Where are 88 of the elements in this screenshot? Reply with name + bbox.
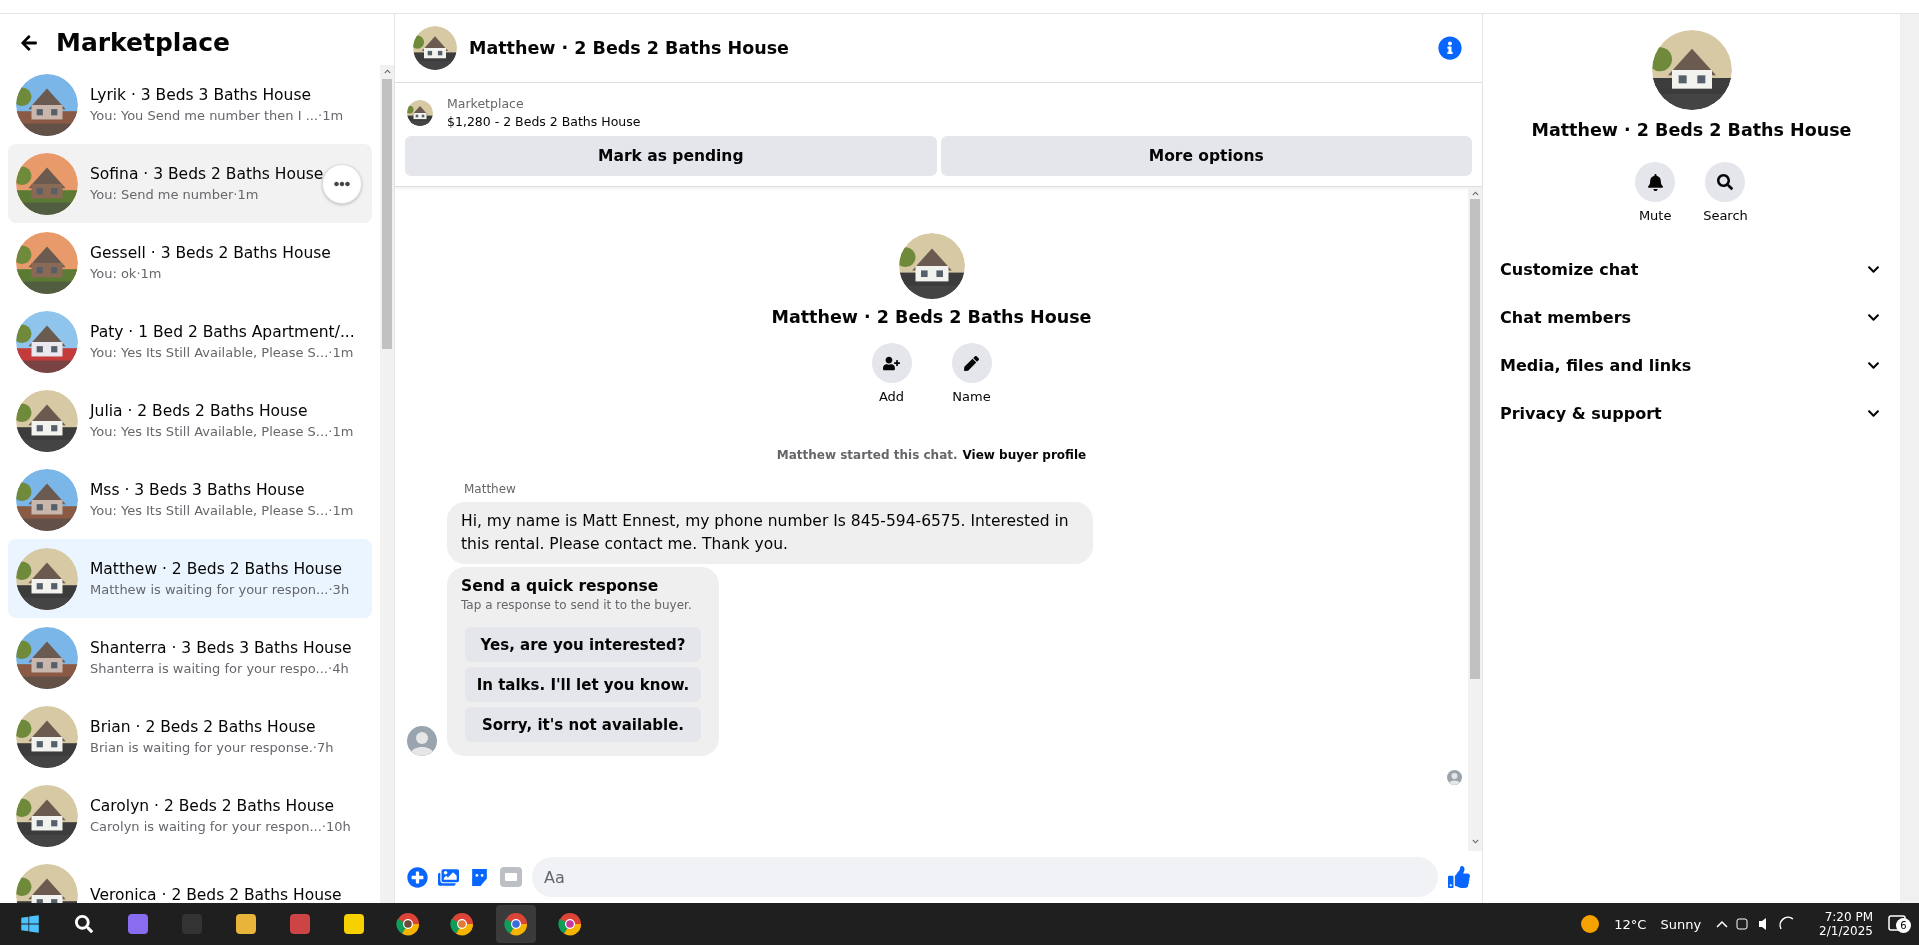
- quick-response-button[interactable]: Yes, are you interested?: [465, 627, 701, 662]
- buyer-profile-link[interactable]: View buyer profile: [962, 448, 1087, 462]
- conversation-title: Veronica · 2 Beds 2 Baths House: [90, 885, 342, 903]
- search-icon: [1717, 174, 1734, 190]
- conversation-item[interactable]: Brian · 2 Beds 2 Baths House Brian is waiting for your response.·7h: [8, 697, 372, 776]
- conversation-item[interactable]: Shanterra · 3 Beds 3 Baths House Shanterra is waiting for your respo...·4h: [8, 618, 372, 697]
- conversation-item[interactable]: Lyrik · 3 Beds 3 Baths House You: You Send me number then I ...·1m: [8, 65, 372, 144]
- message-input[interactable]: Aa: [532, 857, 1438, 897]
- conversation-preview: Brian is waiting for your response.·7h: [90, 740, 334, 755]
- conversation-preview: You: Send me number·1m: [90, 187, 260, 202]
- conversation-preview: Carolyn is waiting for your respon...·10h: [90, 819, 351, 834]
- sun-icon: [1580, 914, 1601, 934]
- intro-action-label: Name: [952, 389, 991, 404]
- chat-title: Matthew · 2 Beds 2 Baths House: [469, 38, 790, 58]
- scroll-up-icon[interactable]: [1471, 190, 1479, 197]
- more-button[interactable]: [322, 164, 362, 204]
- sticker-icon[interactable]: [469, 866, 490, 888]
- info-section[interactable]: Media, files and links: [1483, 341, 1900, 389]
- quick-response-title: Send a quick response: [461, 577, 660, 595]
- intro-title: Matthew · 2 Beds 2 Baths House: [771, 307, 1092, 327]
- conversation-title: Lyrik · 3 Beds 3 Baths House: [90, 86, 313, 104]
- clock-time: 7:20 PM: [1824, 910, 1873, 924]
- like-icon[interactable]: [1448, 866, 1470, 888]
- intro-action-button[interactable]: [951, 343, 992, 383]
- info-section[interactable]: Customize chat: [1483, 245, 1900, 293]
- listing-button[interactable]: More options: [940, 136, 1472, 176]
- quick-response-subtitle: Tap a response to send it to the buyer.: [461, 598, 693, 612]
- plus-icon[interactable]: [407, 866, 428, 888]
- scrollbar-thumb[interactable]: [382, 79, 392, 349]
- conversation-item[interactable]: Carolyn · 2 Beds 2 Baths House Carolyn is waiting for your respon...·10h: [8, 776, 372, 855]
- intro-action-label: Add: [878, 389, 905, 404]
- info-action-label: Mute: [1638, 208, 1672, 223]
- info-action-button[interactable]: [1705, 162, 1746, 202]
- conversation-preview: You: ok·1m: [90, 266, 163, 281]
- conversation-item[interactable]: Mss · 3 Beds 3 Baths House You: Yes Its Still Available, Please S...·1m: [8, 460, 372, 539]
- conversation-title: Sofina · 3 Beds 2 Baths House: [90, 165, 324, 183]
- quick-response-button[interactable]: Sorry, it's not available.: [465, 707, 701, 742]
- sidebar-title: Marketplace: [56, 28, 231, 57]
- conversation-preview: You: Yes Its Still Available, Please S...·1m: [90, 345, 355, 360]
- listing-label: Marketplace: [447, 96, 525, 111]
- conversation-title: Gessell · 3 Beds 2 Baths House: [90, 244, 331, 262]
- conversation-preview: You: Yes Its Still Available, Please S...·1m: [90, 503, 354, 518]
- sender-name: Matthew: [464, 482, 517, 496]
- scrollbar-thumb[interactable]: [1470, 199, 1480, 679]
- info-icon[interactable]: [1438, 36, 1462, 60]
- info-section[interactable]: Privacy & support: [1483, 389, 1900, 437]
- scroll-down-icon[interactable]: [1471, 838, 1479, 845]
- browser-icon[interactable]: [496, 905, 536, 943]
- conversation-title: Carolyn · 2 Beds 2 Baths House: [90, 797, 336, 815]
- back-icon[interactable]: [20, 33, 38, 52]
- listing-button[interactable]: Mark as pending: [405, 136, 937, 176]
- avatar-icon: [407, 726, 437, 756]
- conversation-title: Paty · 1 Bed 2 Baths Apartment/...: [90, 323, 355, 341]
- conversation-item[interactable]: Sofina · 3 Beds 2 Baths House You: Send me number·1m: [8, 144, 372, 223]
- info-action-label: Search: [1703, 208, 1748, 223]
- bell-icon: [1646, 173, 1664, 191]
- info-action-button[interactable]: [1635, 162, 1676, 202]
- conversation-item[interactable]: Paty · 1 Bed 2 Baths Apartment/... You: Yes Its Still Available, Please S...·1m: [8, 302, 372, 381]
- avatar-icon: [1447, 770, 1462, 785]
- weather: Sunny: [1660, 916, 1702, 932]
- message-bubble: Hi, my name is Matt Ennest, my phone number Is 845-594-6575. Interested in this rental. Please contact me. Thank you.: [447, 502, 1093, 564]
- conversation-preview: Shanterra is waiting for your respo...·4h: [90, 661, 350, 676]
- temperature: 12°C: [1614, 916, 1647, 932]
- conversation-preview: Matthew is waiting for your respon...·3h: [90, 582, 350, 597]
- image-icon[interactable]: [438, 866, 459, 888]
- conversation-title: Julia · 2 Beds 2 Baths House: [90, 402, 309, 420]
- intro-action-button[interactable]: [871, 343, 912, 383]
- info-title: Matthew · 2 Beds 2 Baths House: [1531, 120, 1852, 140]
- conversation-title: Mss · 3 Beds 3 Baths House: [90, 481, 306, 499]
- conversation-item[interactable]: Gessell · 3 Beds 2 Baths House You: ok·1m: [8, 223, 372, 302]
- scroll-up-icon[interactable]: [383, 68, 391, 75]
- listing-title: $1,280 - 2 Beds 2 Baths House: [447, 114, 641, 129]
- quick-response-button[interactable]: In talks. I'll let you know.: [465, 667, 701, 702]
- clock-date: 2/1/2025: [1819, 924, 1873, 938]
- conversation-preview: You: You Send me number then I ...·1m: [90, 108, 344, 123]
- conversation-title: Brian · 2 Beds 2 Baths House: [90, 718, 317, 736]
- conversation-item[interactable]: Matthew · 2 Beds 2 Baths House Matthew is waiting for your respon...·3h: [8, 539, 372, 618]
- conversation-title: Shanterra · 3 Beds 3 Baths House: [90, 639, 352, 657]
- pencil-icon: [964, 355, 979, 371]
- conversation-item[interactable]: Julia · 2 Beds 2 Baths House You: Yes Its Still Available, Please S...·1m: [8, 381, 372, 460]
- scrollbar[interactable]: [1468, 187, 1482, 851]
- system-message: Matthew started this chat.: [776, 448, 958, 462]
- info-section[interactable]: Chat members: [1483, 293, 1900, 341]
- conversation-title: Matthew · 2 Beds 2 Baths House: [90, 560, 344, 578]
- notification-badge: 6: [1896, 918, 1911, 933]
- add-person-icon: [883, 354, 900, 372]
- scrollbar[interactable]: [380, 65, 394, 903]
- conversation-preview: You: Yes Its Still Available, Please S...·1m: [90, 424, 354, 439]
